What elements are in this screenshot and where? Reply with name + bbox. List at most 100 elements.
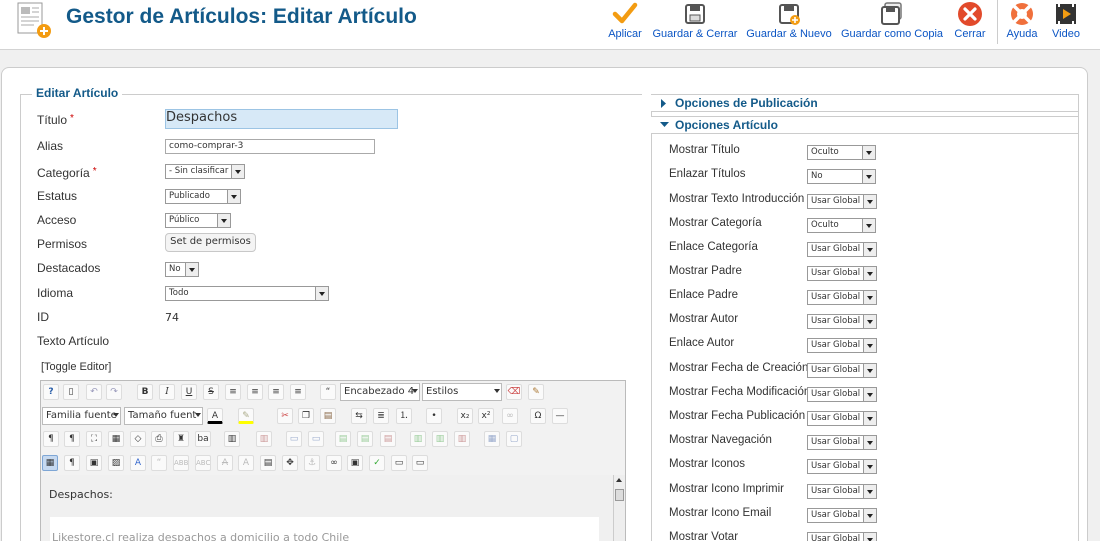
save-copy-button[interactable]: Guardar como Copia	[840, 0, 944, 42]
italic-icon[interactable]: I	[159, 384, 175, 400]
superscript-icon[interactable]: x²	[478, 408, 494, 424]
option-select[interactable]: Usar Global	[807, 363, 877, 378]
rtl-icon[interactable]: ¶	[64, 431, 80, 447]
new-document-icon[interactable]: ▯	[63, 384, 79, 400]
horizontal-rule-icon[interactable]: —	[552, 408, 568, 424]
toggle-editor-link[interactable]: [Toggle Editor]	[41, 361, 111, 373]
blockquote-icon[interactable]: “	[320, 384, 336, 400]
eraser-icon[interactable]: ⌫	[506, 384, 522, 400]
save-close-button[interactable]: Guardar & Cerrar	[652, 0, 738, 42]
anchor-icon[interactable]: ⚓	[304, 455, 320, 471]
align-left-icon[interactable]: ≡	[268, 384, 284, 400]
option-select[interactable]: Usar Global	[807, 266, 877, 281]
access-select[interactable]: Público	[165, 213, 231, 228]
option-select[interactable]: Usar Global	[807, 338, 877, 353]
article-options-header[interactable]: Opciones Artículo	[651, 116, 1078, 134]
help-button[interactable]: Ayuda	[1004, 0, 1040, 42]
cut-icon[interactable]: ✂	[277, 408, 293, 424]
show-blocks-icon[interactable]: ¶	[64, 455, 80, 471]
special-char-icon[interactable]: Ω	[530, 408, 546, 424]
paste-icon[interactable]: ▤	[320, 408, 336, 424]
undo-icon[interactable]: ↶	[86, 384, 102, 400]
attributes-icon[interactable]: ▤	[260, 455, 276, 471]
row-props-icon[interactable]: ▭	[286, 431, 302, 447]
option-select[interactable]: Usar Global	[807, 411, 877, 426]
indent-icon[interactable]: ≣	[373, 408, 389, 424]
option-select[interactable]: Usar Global	[807, 459, 877, 474]
video-button[interactable]: Video	[1048, 0, 1084, 42]
html-source-icon[interactable]: ◇	[130, 431, 146, 447]
help-icon[interactable]: ?	[43, 384, 59, 400]
font-size-select[interactable]: Tamaño fuent	[124, 407, 203, 425]
option-select[interactable]: Oculto	[807, 145, 876, 160]
delete-row-icon[interactable]: ▤	[380, 431, 396, 447]
option-select[interactable]: Usar Global	[807, 314, 877, 329]
clean-broom-icon[interactable]: ✎	[528, 384, 544, 400]
styles-select[interactable]: Estilos	[422, 383, 502, 401]
replace-text-icon[interactable]: ba	[195, 431, 211, 447]
editor-scrollbar[interactable]	[613, 475, 625, 541]
set-permissions-button[interactable]: Set de permisos	[165, 233, 256, 252]
close-button[interactable]: Cerrar	[952, 0, 988, 42]
publishing-options-header[interactable]: Opciones de Publicación	[651, 94, 1078, 112]
ordered-list-icon[interactable]: ⒈	[396, 408, 412, 424]
alias-input[interactable]: como-comprar-3	[165, 139, 375, 154]
ins-icon[interactable]: A	[238, 455, 254, 471]
media-icon[interactable]: ▣	[347, 455, 363, 471]
option-select[interactable]: No	[807, 169, 876, 184]
delete-col-icon[interactable]: ▥	[454, 431, 470, 447]
template-icon[interactable]: ▦	[108, 431, 124, 447]
find-replace-icon[interactable]: ⇆	[351, 408, 367, 424]
option-select[interactable]: Usar Global	[807, 387, 877, 402]
scrollbar-thumb[interactable]	[615, 489, 624, 501]
featured-select[interactable]: No	[165, 262, 199, 277]
bold-icon[interactable]: B	[137, 384, 153, 400]
text-color-icon[interactable]: A	[207, 408, 223, 424]
pagebreak-icon[interactable]: ▭	[391, 455, 407, 471]
highlight-color-icon[interactable]: ✎	[238, 408, 254, 424]
option-select[interactable]: Usar Global	[807, 194, 877, 209]
option-select[interactable]: Oculto	[807, 218, 876, 233]
insert-row-after-icon[interactable]: ▤	[357, 431, 373, 447]
insert-row-before-icon[interactable]: ▤	[335, 431, 351, 447]
align-justify-icon[interactable]: ≡	[225, 384, 241, 400]
align-right-icon[interactable]: ≡	[290, 384, 306, 400]
language-select[interactable]: Todo	[165, 286, 329, 301]
underline-icon[interactable]: U	[181, 384, 197, 400]
option-select[interactable]: Usar Global	[807, 532, 877, 541]
subscript-icon[interactable]: x₂	[457, 408, 473, 424]
align-center-icon[interactable]: ≡	[247, 384, 263, 400]
unordered-list-icon[interactable]: •	[426, 408, 442, 424]
font-family-select[interactable]: Familia fuente	[42, 407, 121, 425]
readmore-icon[interactable]: ▭	[412, 455, 428, 471]
insert-link-icon[interactable]: ∞	[326, 455, 342, 471]
fullscreen-icon[interactable]: ⛶	[86, 431, 102, 447]
visual-aid-icon[interactable]: ▦	[42, 455, 58, 471]
move-icon[interactable]: ✥	[282, 455, 298, 471]
title-input[interactable]: Despachos	[165, 109, 398, 129]
split-cells-icon[interactable]: ▦	[484, 431, 500, 447]
spellcheck-icon[interactable]: A	[130, 455, 146, 471]
insert-col-before-icon[interactable]: ▥	[410, 431, 426, 447]
abbr-icon[interactable]: ABBR	[173, 455, 189, 471]
copy-icon[interactable]: ❐	[298, 408, 314, 424]
print-icon[interactable]: ⎙	[151, 431, 167, 447]
cite-icon[interactable]: “	[151, 455, 167, 471]
binoculars-icon[interactable]: ♜	[173, 431, 189, 447]
insert-image-icon[interactable]: ▨	[108, 455, 124, 471]
delete-table-icon[interactable]: ▥	[256, 431, 272, 447]
strikethrough-icon[interactable]: S	[203, 384, 219, 400]
insert-file-icon[interactable]: ▣	[86, 455, 102, 471]
del-icon[interactable]: A	[217, 455, 233, 471]
option-select[interactable]: Usar Global	[807, 484, 877, 499]
insert-table-icon[interactable]: ▥	[224, 431, 240, 447]
acronym-icon[interactable]: ABC	[195, 455, 211, 471]
scrollbar-up-icon[interactable]	[616, 478, 622, 482]
option-select[interactable]: Usar Global	[807, 508, 877, 523]
merge-cells-icon[interactable]: ▢	[506, 431, 522, 447]
option-select[interactable]: Usar Global	[807, 290, 877, 305]
option-select[interactable]: Usar Global	[807, 242, 877, 257]
cell-props-icon[interactable]: ▭	[308, 431, 324, 447]
option-select[interactable]: Usar Global	[807, 435, 877, 450]
apply-button[interactable]: Aplicar	[604, 0, 646, 42]
